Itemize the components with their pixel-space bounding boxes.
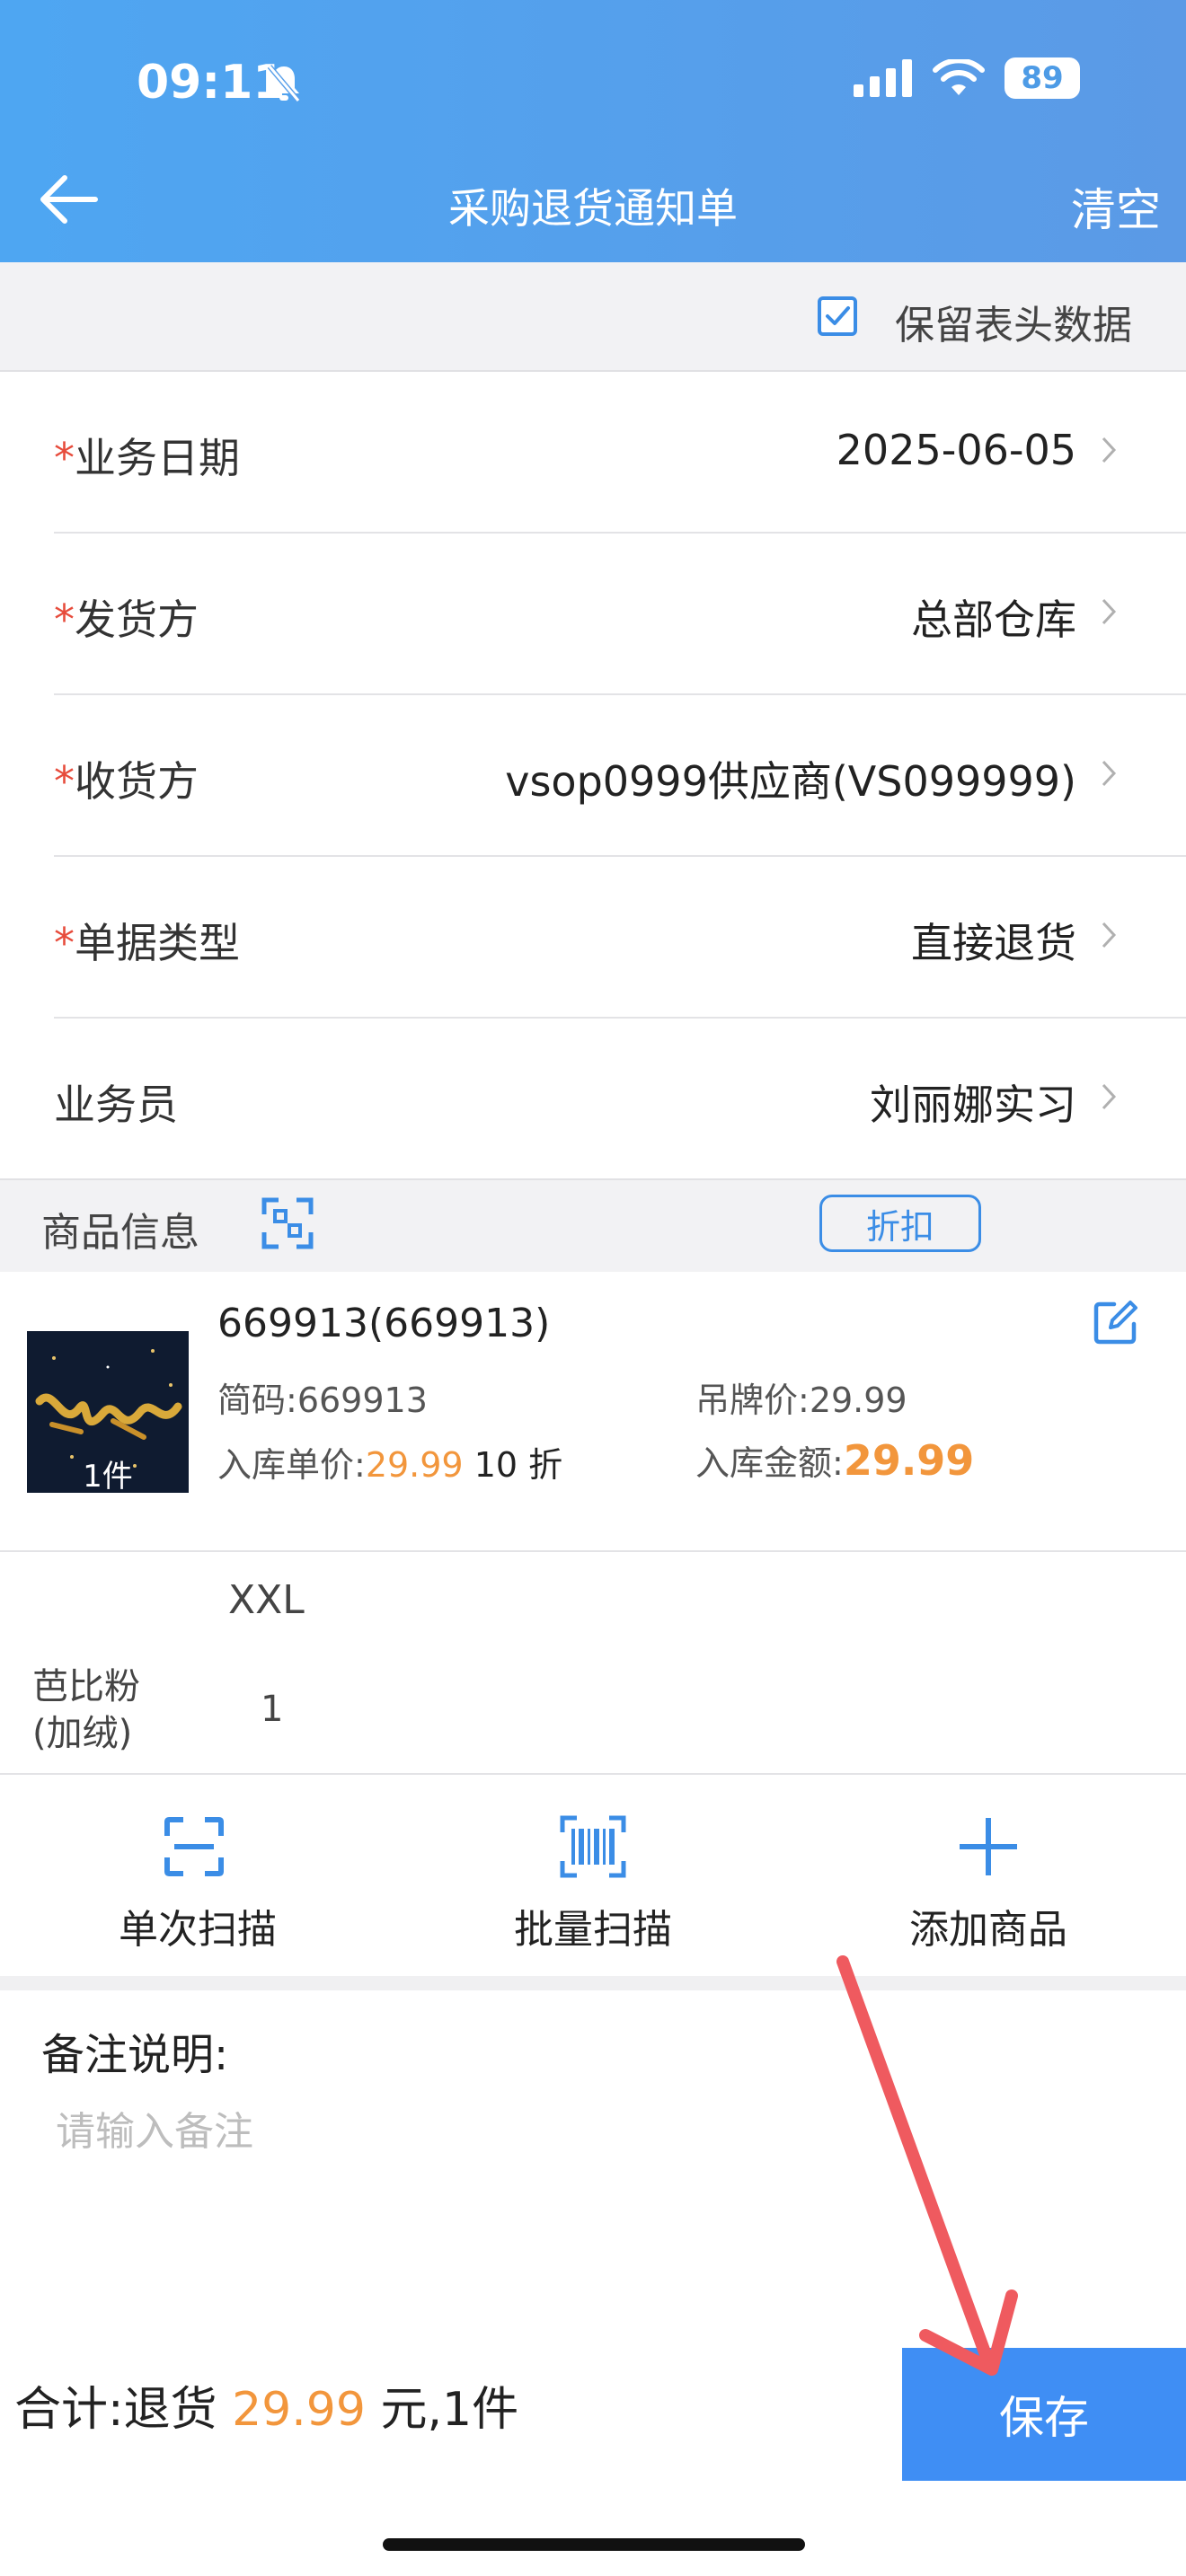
row-value: 刘丽娜实习	[870, 1081, 1076, 1129]
annotation-arrow-icon	[836, 1955, 1018, 2376]
add-goods-button[interactable]: 添加商品	[791, 1814, 1186, 1958]
row-value: 2025-06-05	[836, 426, 1076, 474]
divider	[0, 1550, 1186, 1552]
status-icons: 89	[854, 57, 1080, 99]
clear-button[interactable]: 清空	[1071, 174, 1161, 239]
row-label: 业务员	[54, 1081, 178, 1129]
row-value: vsop0999供应商(VS099999)	[505, 757, 1076, 806]
chevron-right-icon	[1102, 437, 1117, 463]
home-indicator	[383, 2538, 805, 2551]
discount-button[interactable]: 折扣	[819, 1195, 981, 1252]
page-title: 采购退货通知单	[448, 184, 738, 233]
row-label: *业务日期	[54, 434, 240, 482]
scan-icon[interactable]	[261, 1196, 314, 1250]
keep-header-label: 保留表头数据	[895, 303, 1132, 348]
plus-icon	[960, 1818, 1017, 1875]
chevron-right-icon	[1102, 598, 1117, 625]
barcode-icon	[560, 1815, 626, 1878]
form-row-doc-type[interactable]: *单据类型 直接退货	[0, 857, 1186, 1017]
row-value: 直接退货	[911, 919, 1076, 967]
row-label: *收货方	[54, 757, 199, 806]
quantity-cell[interactable]: 1	[261, 1689, 283, 1730]
product-code: 简码:669913	[217, 1381, 428, 1420]
edit-icon[interactable]	[1093, 1299, 1139, 1345]
form-row-shipper[interactable]: *发货方 总部仓库	[0, 534, 1186, 693]
single-scan-label: 单次扫描	[119, 1907, 277, 1953]
keep-header-checkbox[interactable]	[818, 296, 857, 336]
goods-title: 商品信息	[41, 1210, 199, 1256]
form-row-salesperson[interactable]: 业务员 刘丽娜实习	[0, 1019, 1186, 1178]
chevron-right-icon	[1102, 922, 1117, 948]
thumbnail-qty: 1件	[83, 1459, 133, 1493]
form-row-receiver[interactable]: *收货方 vsop0999供应商(VS099999)	[0, 695, 1186, 855]
batch-scan-button[interactable]: 批量扫描	[395, 1814, 791, 1958]
row-label: *单据类型	[54, 919, 240, 967]
status-time: 09:11	[137, 56, 286, 110]
bell-off-icon	[267, 65, 301, 102]
checkmark-icon	[826, 306, 850, 325]
product-name: 669913(669913)	[217, 1301, 551, 1346]
single-scan-button[interactable]: 单次扫描	[0, 1814, 395, 1958]
form-row-date[interactable]: *业务日期 2025-06-05	[0, 370, 1186, 530]
wifi-icon	[933, 59, 985, 95]
divider	[0, 1773, 1186, 1775]
batch-scan-label: 批量扫描	[514, 1907, 672, 1953]
product-tag-price: 吊牌价:29.99	[695, 1381, 907, 1420]
row-value: 总部仓库	[911, 595, 1076, 644]
scan-frame-icon	[164, 1817, 224, 1876]
product-thumbnail[interactable]: 1件	[27, 1331, 189, 1493]
row-label: *发货方	[54, 595, 199, 644]
chevron-right-icon	[1102, 1083, 1117, 1110]
product-in-price: 入库单价:29.99 10 折	[217, 1445, 563, 1485]
total-summary: 合计:退货 29.99 元,1件	[14, 2383, 519, 2437]
product-in-amount: 入库金额:29.99	[695, 1436, 975, 1485]
remark-label: 备注说明:	[41, 2030, 229, 2080]
signal-icon	[854, 59, 912, 97]
color-label: 芭比粉(加绒)	[32, 1666, 140, 1754]
size-header: XXL	[228, 1577, 305, 1623]
chevron-right-icon	[1102, 760, 1117, 787]
battery-icon: 89	[1005, 57, 1080, 99]
